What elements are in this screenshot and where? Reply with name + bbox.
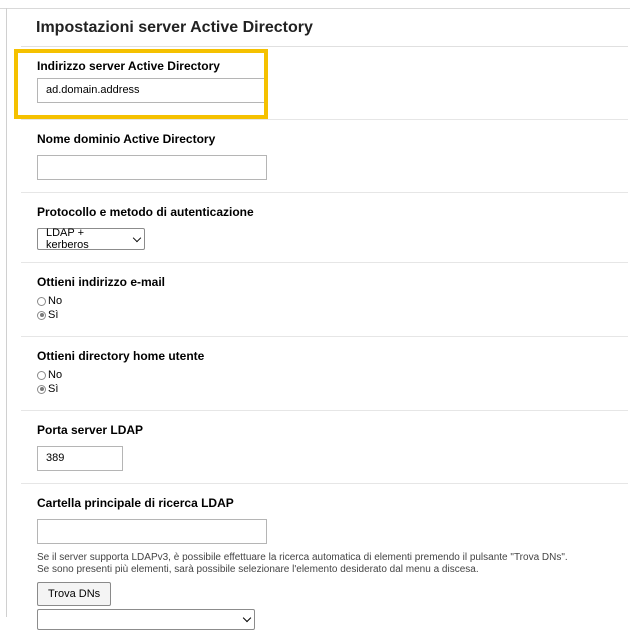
ldap-port-input[interactable]: 389 — [37, 446, 123, 471]
help-line-2: Se sono presenti più elementi, sarà poss… — [37, 564, 479, 575]
ldap-help-text: Se il server supporta LDAPv3, è possibil… — [37, 552, 628, 576]
radio-icon[interactable] — [37, 296, 46, 306]
get-home-dir-label: Ottieni directory home utente — [37, 349, 205, 363]
get-email-option-no[interactable]: No — [37, 294, 628, 308]
chevron-down-icon — [242, 613, 252, 623]
ad-server-address-input[interactable]: ad.domain.address — [37, 78, 267, 103]
get-home-dir-section: Ottieni directory home utente No Sì — [21, 336, 628, 410]
radio-checked-icon[interactable] — [37, 310, 46, 320]
get-email-option-no-label: No — [48, 295, 63, 307]
ldap-port-label: Porta server LDAP — [37, 423, 144, 437]
ad-server-address-label: Indirizzo server Active Directory — [37, 59, 220, 73]
radio-icon[interactable] — [37, 370, 46, 380]
help-line-1: Se il server supporta LDAPv3, è possibil… — [37, 552, 568, 563]
get-home-dir-option-yes-label: Sì — [48, 383, 59, 395]
left-border — [6, 8, 7, 617]
auth-protocol-selected: LDAP + kerberos — [46, 227, 89, 251]
page-title: Impostazioni server Active Directory — [36, 19, 313, 36]
radio-checked-icon[interactable] — [37, 384, 46, 394]
ad-domain-name-label: Nome dominio Active Directory — [37, 132, 216, 146]
get-email-section: Ottieni indirizzo e-mail No Sì — [21, 262, 628, 336]
find-dns-button[interactable]: Trova DNs — [37, 582, 112, 606]
dn-select[interactable] — [37, 609, 255, 630]
auth-protocol-section: Protocollo e metodo di autenticazione LD… — [21, 192, 628, 262]
ad-domain-name-input[interactable] — [37, 155, 267, 180]
ad-domain-name-section: Nome dominio Active Directory — [21, 119, 628, 192]
auth-protocol-select[interactable]: LDAP + kerberos — [37, 227, 145, 251]
ldap-search-root-input[interactable] — [37, 519, 267, 544]
get-home-dir-option-no-label: No — [48, 369, 63, 381]
ldap-search-root-label: Cartella principale di ricerca LDAP — [37, 496, 234, 510]
get-email-option-yes[interactable]: Sì — [37, 308, 628, 322]
get-email-label: Ottieni indirizzo e-mail — [37, 275, 166, 289]
chevron-down-icon — [132, 233, 142, 242]
auth-protocol-label: Protocollo e metodo di autenticazione — [37, 205, 254, 219]
get-home-dir-option-no[interactable]: No — [37, 368, 628, 382]
get-home-dir-option-yes[interactable]: Sì — [37, 382, 628, 396]
ldap-port-section: Porta server LDAP 389 — [21, 410, 628, 483]
settings-panel: Impostazioni server Active Directory Ind… — [14, 9, 628, 644]
get-email-option-yes-label: Sì — [48, 309, 59, 321]
ad-server-address-section: Indirizzo server Active Directory ad.dom… — [14, 46, 628, 119]
ldap-search-root-section: Cartella principale di ricerca LDAP Se i… — [21, 483, 628, 644]
